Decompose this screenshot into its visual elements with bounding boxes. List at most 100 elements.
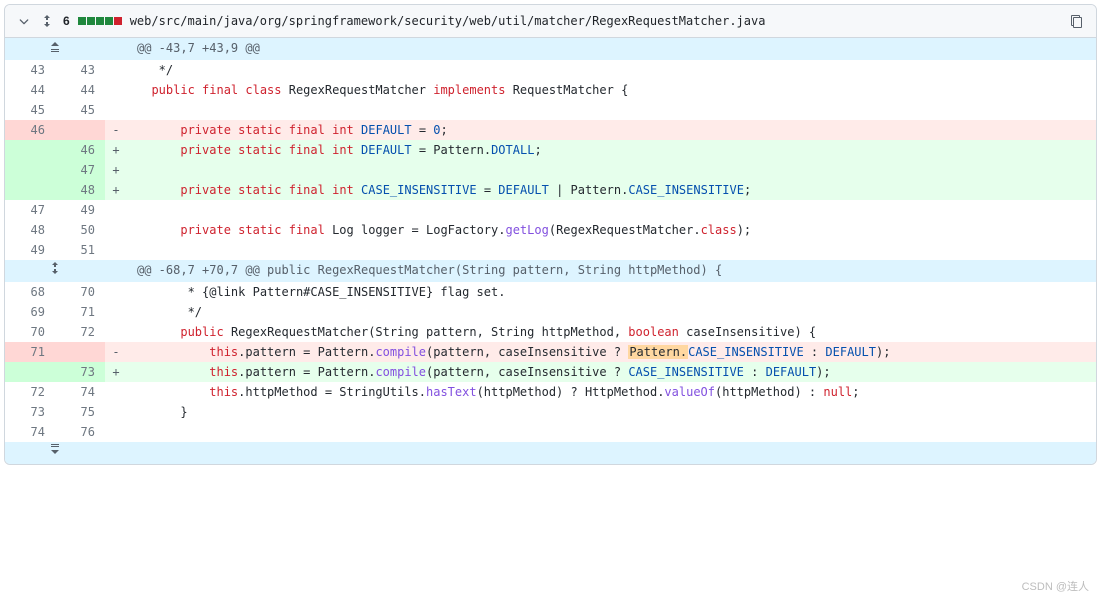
diff-marker	[105, 302, 127, 322]
old-line-number[interactable]: 47	[5, 200, 55, 220]
diffstat	[78, 17, 122, 25]
diff-line-ctx: 4850 private static final Log logger = L…	[5, 220, 1096, 240]
old-line-number[interactable]: 45	[5, 100, 55, 120]
new-line-number[interactable]: 46	[55, 140, 105, 160]
new-line-number[interactable]: 43	[55, 60, 105, 80]
old-line-number[interactable]: 48	[5, 220, 55, 240]
code-content: private static final int DEFAULT = Patte…	[127, 140, 1096, 160]
new-line-number[interactable]	[55, 120, 105, 140]
expand-hunk-icon[interactable]	[5, 38, 105, 60]
old-line-number[interactable]	[5, 140, 55, 160]
new-line-number[interactable]: 47	[55, 160, 105, 180]
new-line-number[interactable]: 70	[55, 282, 105, 302]
diff-marker	[105, 282, 127, 302]
code-content: }	[127, 402, 1096, 422]
new-line-number[interactable]	[55, 342, 105, 362]
diff-marker	[105, 220, 127, 240]
code-content: */	[127, 302, 1096, 322]
diff-marker: -	[105, 342, 127, 362]
diff-table: @@ -43,7 +43,9 @@4343 */4444 public fina…	[5, 38, 1096, 464]
watermark: CSDN @连人	[1022, 578, 1089, 594]
code-content: private static final Log logger = LogFac…	[127, 220, 1096, 240]
code-content: * {@link Pattern#CASE_INSENSITIVE} flag …	[127, 282, 1096, 302]
old-line-number[interactable]: 49	[5, 240, 55, 260]
diffstat-square-add	[96, 17, 104, 25]
diffstat-square-add	[105, 17, 113, 25]
expand-hunk-icon[interactable]	[5, 260, 105, 282]
marker	[105, 442, 127, 464]
diff-line-ctx: 6870 * {@link Pattern#CASE_INSENSITIVE} …	[5, 282, 1096, 302]
diff-marker: -	[105, 120, 127, 140]
code-content: private static final int CASE_INSENSITIV…	[127, 180, 1096, 200]
new-line-number[interactable]: 48	[55, 180, 105, 200]
expand-hunk-icon[interactable]	[5, 442, 105, 464]
code-content: private static final int DEFAULT = 0;	[127, 120, 1096, 140]
diff-line-add: 48+ private static final int CASE_INSENS…	[5, 180, 1096, 200]
old-line-number[interactable]	[5, 160, 55, 180]
old-line-number[interactable]	[5, 180, 55, 200]
new-line-number[interactable]: 71	[55, 302, 105, 322]
new-line-number[interactable]: 74	[55, 382, 105, 402]
diffstat-square-del	[114, 17, 122, 25]
code-content	[127, 100, 1096, 120]
diff-marker	[105, 322, 127, 342]
diff-marker: +	[105, 180, 127, 200]
diff-file: 6 web/src/main/java/org/springframework/…	[4, 4, 1097, 465]
new-line-number[interactable]: 44	[55, 80, 105, 100]
diff-line-ctx: 7072 public RegexRequestMatcher(String p…	[5, 322, 1096, 342]
old-line-number[interactable]: 70	[5, 322, 55, 342]
diff-line-hunk: @@ -43,7 +43,9 @@	[5, 38, 1096, 60]
code-content	[127, 200, 1096, 220]
diff-marker: +	[105, 140, 127, 160]
old-line-number[interactable]: 71	[5, 342, 55, 362]
file-header: 6 web/src/main/java/org/springframework/…	[5, 5, 1096, 38]
diff-line-ctx: 6971 */	[5, 302, 1096, 322]
hunk-header: @@ -68,7 +70,7 @@ public RegexRequestMat…	[127, 260, 1096, 282]
old-line-number[interactable]: 44	[5, 80, 55, 100]
chevron-down-icon[interactable]	[17, 14, 31, 28]
diff-marker	[105, 422, 127, 442]
new-line-number[interactable]: 73	[55, 362, 105, 382]
old-line-number[interactable]: 73	[5, 402, 55, 422]
diff-marker: +	[105, 160, 127, 180]
diff-line-del: 46 - private static final int DEFAULT = 0…	[5, 120, 1096, 140]
old-line-number[interactable]: 74	[5, 422, 55, 442]
old-line-number[interactable]: 68	[5, 282, 55, 302]
new-line-number[interactable]: 51	[55, 240, 105, 260]
new-line-number[interactable]: 50	[55, 220, 105, 240]
old-line-number[interactable]: 69	[5, 302, 55, 322]
diff-line-ctx: 4444 public final class RegexRequestMatc…	[5, 80, 1096, 100]
diff-marker	[105, 60, 127, 80]
code-content: public RegexRequestMatcher(String patter…	[127, 322, 1096, 342]
code-content: this.pattern = Pattern.compile(pattern, …	[127, 342, 1096, 362]
file-path[interactable]: web/src/main/java/org/springframework/se…	[130, 14, 1060, 28]
diff-line-ctx: 4749	[5, 200, 1096, 220]
old-line-number[interactable]	[5, 362, 55, 382]
diff-line-hunk: @@ -68,7 +70,7 @@ public RegexRequestMat…	[5, 260, 1096, 282]
diff-line-add: 73+ this.pattern = Pattern.compile(patte…	[5, 362, 1096, 382]
diff-marker	[105, 80, 127, 100]
diff-line-ctx: 7375 }	[5, 402, 1096, 422]
hunk-header: @@ -43,7 +43,9 @@	[127, 38, 1096, 60]
old-line-number[interactable]: 46	[5, 120, 55, 140]
diffstat-square-add	[87, 17, 95, 25]
diff-marker	[105, 382, 127, 402]
code-content	[127, 160, 1096, 180]
new-line-number[interactable]: 75	[55, 402, 105, 422]
diff-marker	[105, 240, 127, 260]
old-line-number[interactable]: 72	[5, 382, 55, 402]
new-line-number[interactable]: 72	[55, 322, 105, 342]
new-line-number[interactable]: 76	[55, 422, 105, 442]
hunk-header	[127, 442, 1096, 464]
copy-path-icon[interactable]	[1068, 13, 1084, 29]
diff-line-ctx: 4951	[5, 240, 1096, 260]
diff-line-ctx: 4343 */	[5, 60, 1096, 80]
diff-marker	[105, 100, 127, 120]
old-line-number[interactable]: 43	[5, 60, 55, 80]
diff-line-del: 71 - this.pattern = Pattern.compile(patte…	[5, 342, 1096, 362]
code-content	[127, 422, 1096, 442]
new-line-number[interactable]: 49	[55, 200, 105, 220]
expand-all-icon[interactable]	[39, 13, 55, 29]
code-content: this.pattern = Pattern.compile(pattern, …	[127, 362, 1096, 382]
new-line-number[interactable]: 45	[55, 100, 105, 120]
